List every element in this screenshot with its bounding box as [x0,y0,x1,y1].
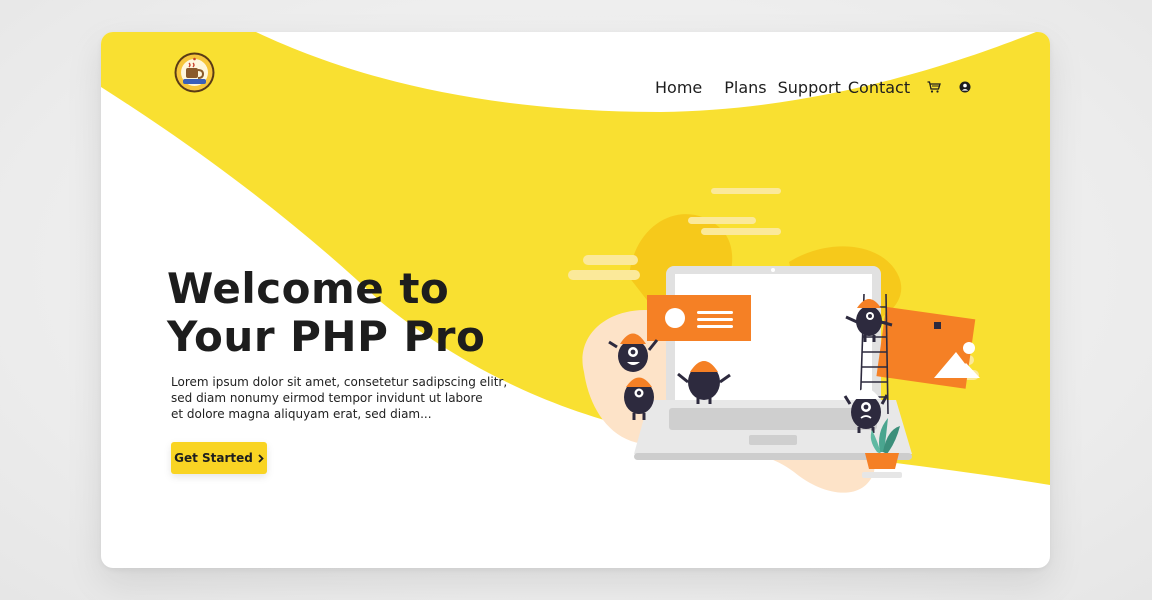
coffee-cup-badge-icon [174,52,215,93]
nav-support-link[interactable]: Support [778,78,841,97]
cart-icon[interactable] [926,79,942,95]
chevron-right-icon [258,453,264,463]
nav-contact-label: Contact [847,77,911,97]
hero-title-line-1: Welcome to [167,264,450,313]
hero-illustration [568,188,980,493]
landing-page-card: Home Plans Support Contact Welcome to Yo… [101,32,1050,568]
image-card-pin [934,322,941,329]
get-started-button[interactable]: Get Started [171,442,267,474]
hero-description-line-2: sed diam nonumy eirmod tempor invidunt u… [171,391,483,405]
main-navigation: Home Plans Support Contact [655,75,973,100]
laptop-trackpad [749,435,797,445]
hero-description: Lorem ipsum dolor sit amet, consetetur s… [171,374,531,422]
laptop-camera [771,268,775,272]
hero-title-line-2: Your PHP Pro [167,312,486,361]
cloud [568,270,640,280]
laptop-keyboard [669,408,877,430]
profile-line [697,318,733,321]
nav-support-label: Support [777,77,841,97]
cloud [688,217,756,224]
nav-home-label: Home [655,77,703,97]
nav-contact-link[interactable]: Contact [848,78,910,97]
profile-avatar [665,308,685,328]
nav-home-link[interactable]: Home [655,77,703,100]
get-started-label: Get Started [174,451,253,465]
nav-plans-label: Plans [724,77,767,97]
profile-line [697,311,733,314]
brand-logo[interactable] [174,52,215,93]
cloud [583,255,638,265]
cloud [711,188,781,194]
nav-plans-link[interactable]: Plans [724,78,766,97]
hero-title: Welcome to Your PHP Pro [167,265,485,361]
image-icon [963,342,975,354]
cloud [701,228,781,235]
hero-description-line-3: et dolore magna aliquyam erat, sed diam.… [171,407,432,421]
user-account-icon[interactable] [957,79,973,95]
hero-description-line-1: Lorem ipsum dolor sit amet, consetetur s… [171,375,508,389]
profile-line [697,325,733,328]
